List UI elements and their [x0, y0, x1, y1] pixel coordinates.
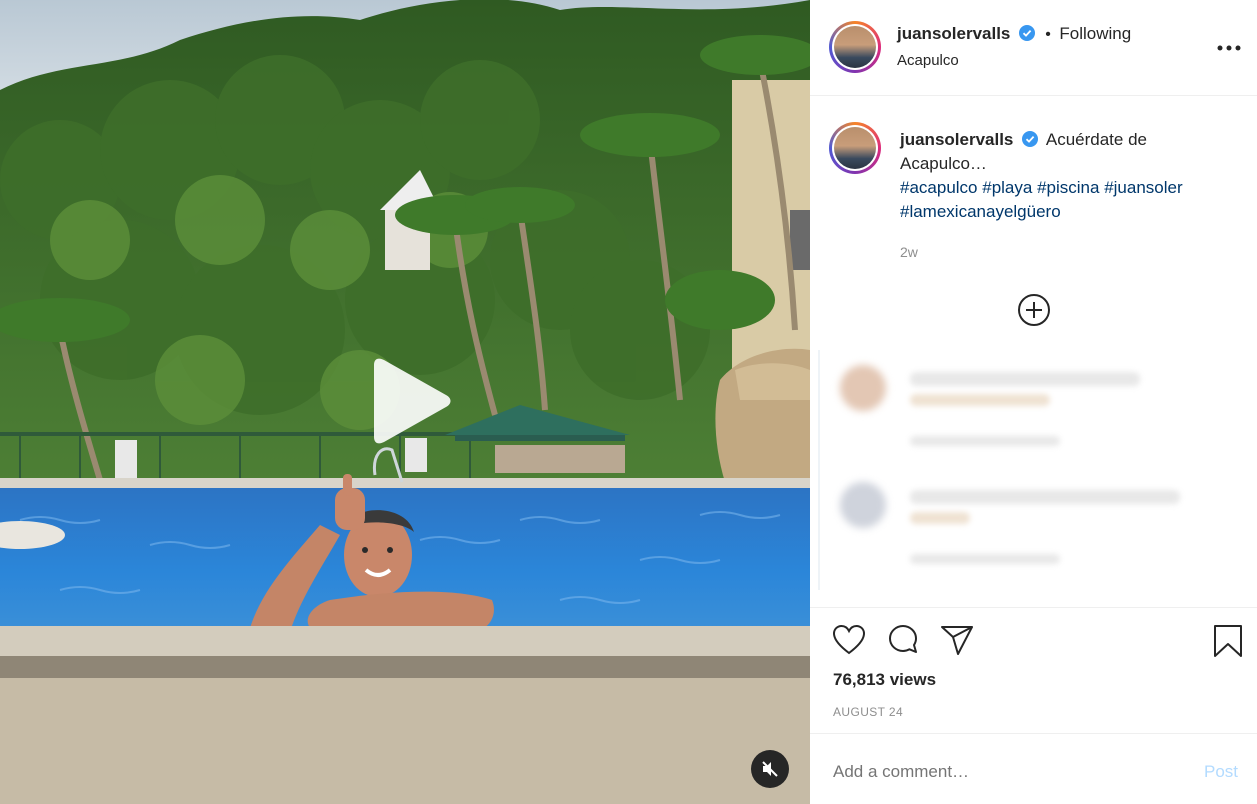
play-button[interactable] [368, 357, 452, 445]
view-count[interactable]: 76,813 views [833, 670, 936, 690]
blurred-text [910, 512, 970, 524]
blurred-avatar [840, 365, 886, 411]
bookmark-icon [1214, 625, 1242, 657]
hashtag-link[interactable]: #juansoler [1104, 178, 1182, 197]
hashtag-link[interactable]: #piscina [1037, 178, 1099, 197]
paper-plane-icon [941, 626, 973, 655]
muted-speaker-icon [762, 761, 778, 777]
following-button[interactable]: Following [1059, 24, 1131, 43]
caption: juansolervalls Acuérdate de Acapulco… #a… [810, 96, 1257, 276]
like-button[interactable] [832, 624, 866, 656]
location-link[interactable]: Acapulco [897, 52, 959, 69]
blurred-text [910, 372, 1140, 386]
blurred-avatar [840, 482, 886, 528]
caption-username[interactable]: juansolervalls [900, 130, 1013, 149]
mute-button[interactable] [751, 750, 789, 788]
post-date[interactable]: AUGUST 24 [833, 705, 903, 719]
author-avatar[interactable] [829, 21, 881, 73]
play-icon [374, 358, 451, 444]
post-header: juansolervalls • Following Acapulco [810, 0, 1257, 95]
heart-icon [832, 624, 866, 655]
actions-divider [810, 607, 1257, 608]
hashtag-link[interactable]: #acapulco [900, 178, 978, 197]
share-button[interactable] [940, 624, 974, 656]
more-options-icon [1217, 45, 1241, 51]
hashtag-link[interactable]: #lamexicanayelgüero [900, 202, 1061, 221]
plus-circle-icon [1018, 294, 1050, 326]
save-button[interactable] [1212, 624, 1244, 658]
hashtag-link[interactable]: #playa [982, 178, 1032, 197]
blurred-text [910, 554, 1060, 564]
comment-button[interactable] [886, 624, 920, 658]
blurred-comments [818, 350, 1252, 590]
more-options-button[interactable] [1216, 38, 1242, 58]
header-separator: • [1045, 26, 1051, 43]
post-comment-button[interactable]: Post [1204, 762, 1238, 782]
comment-input[interactable] [833, 757, 1173, 787]
verified-badge-icon [1018, 25, 1035, 41]
comment-icon [889, 625, 917, 653]
blurred-text [910, 436, 1060, 446]
comment-divider [810, 733, 1257, 734]
post-panel: juansolervalls • Following Acapulco juan… [810, 0, 1257, 804]
blurred-text [910, 490, 1180, 504]
verified-badge-icon [1022, 131, 1039, 147]
caption-timestamp: 2w [900, 244, 918, 260]
post-video[interactable] [0, 0, 810, 804]
load-more-comments-button[interactable] [1017, 293, 1051, 327]
caption-avatar[interactable] [829, 122, 881, 174]
author-username[interactable]: juansolervalls [897, 24, 1010, 43]
blurred-text [910, 394, 1050, 406]
